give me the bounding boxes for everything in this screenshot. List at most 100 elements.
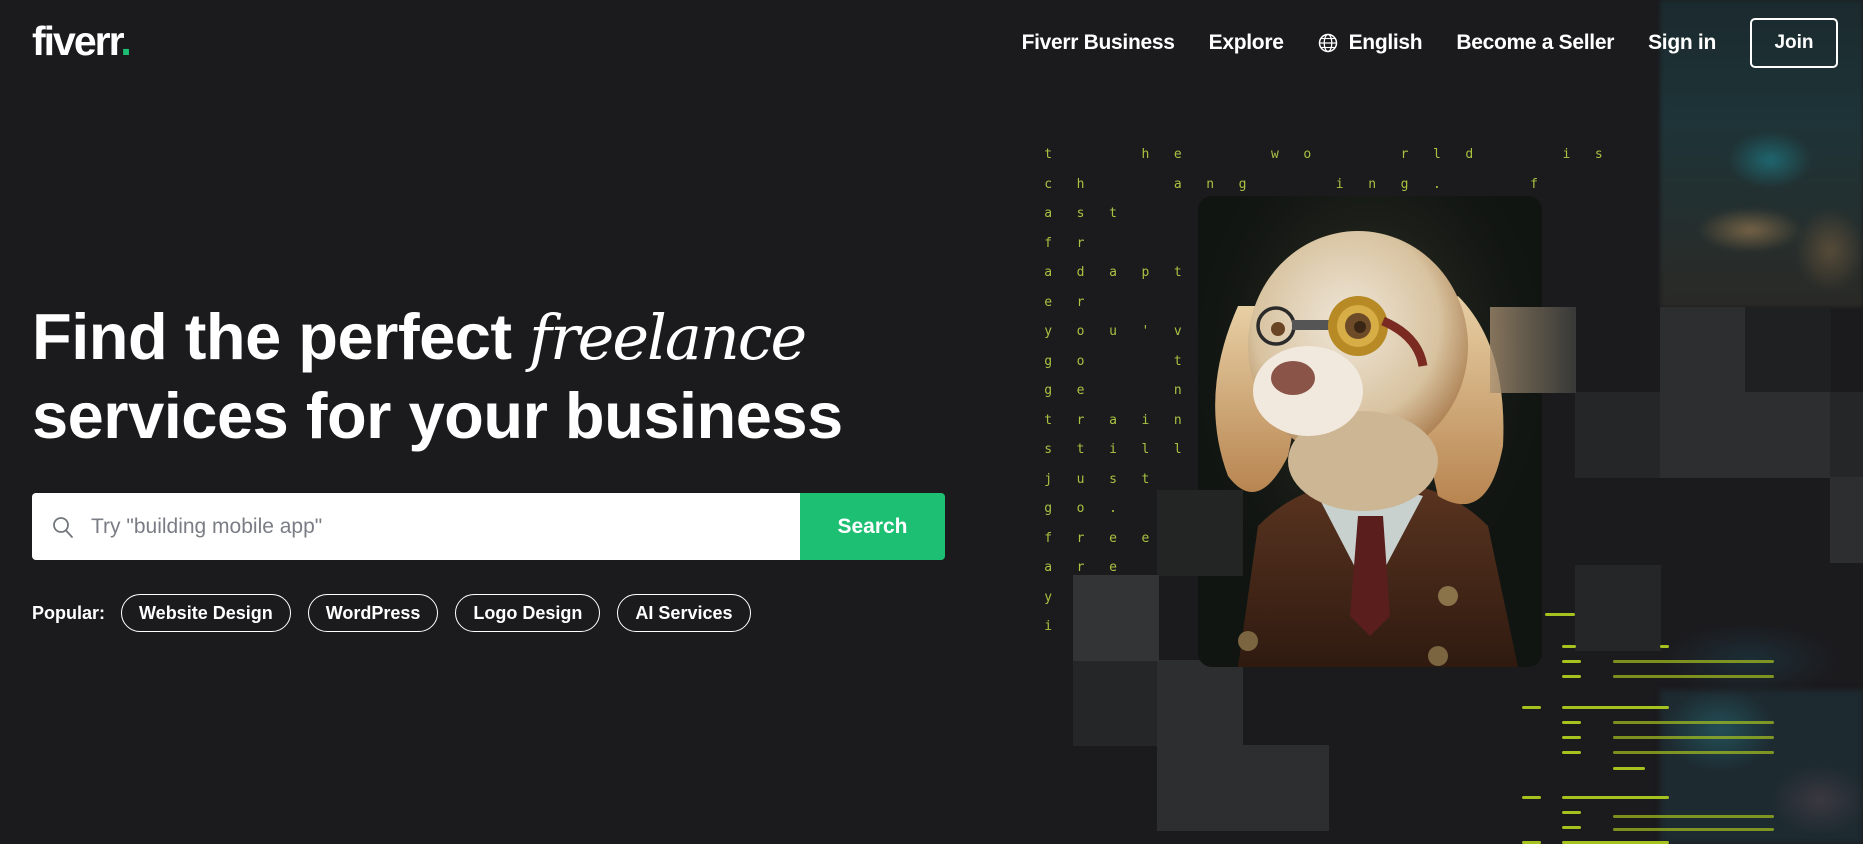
nav-label: Become a Seller (1456, 31, 1615, 54)
decor-char: a (1109, 265, 1117, 280)
popular-tag-website-design[interactable]: Website Design (121, 594, 291, 632)
decor-char: l (1141, 442, 1150, 457)
decor-square (1490, 307, 1576, 393)
decor-char: d (1465, 147, 1474, 162)
decor-char: h (1076, 176, 1085, 192)
decor-char: a (1044, 206, 1053, 221)
decor-char (1226, 140, 1258, 170)
decor-char: i (1141, 412, 1150, 428)
popular-tag-ai-services[interactable]: AI Services (617, 594, 751, 632)
decor-char: d (1076, 265, 1085, 280)
decor-square (1157, 660, 1243, 746)
decor-char: r (1076, 412, 1085, 428)
decor-char: f (1044, 235, 1053, 251)
decor-char: t (1076, 442, 1085, 457)
decor-char: i (1562, 147, 1571, 162)
decor-line (1613, 660, 1774, 663)
search-input[interactable] (91, 493, 800, 560)
decor-char: e (1109, 530, 1117, 546)
decor-char (1518, 140, 1550, 170)
decor-line (1613, 767, 1645, 770)
popular-tags: Popular: Website Design WordPress Logo D… (32, 594, 768, 632)
decor-square (1830, 392, 1863, 478)
decor-char: n (1206, 176, 1215, 192)
decor-char: a (1109, 412, 1117, 428)
decor-char: o (1303, 147, 1312, 162)
decor-line (1562, 645, 1576, 648)
fiverr-logo[interactable]: fiverr. (32, 18, 132, 65)
decor-char: o (1076, 501, 1085, 516)
decor-line (1613, 736, 1774, 739)
decor-char: w (1271, 147, 1279, 162)
decor-char (1291, 170, 1323, 200)
decor-char: p (1141, 265, 1150, 280)
nav-label: English (1348, 31, 1423, 54)
decor-line (1613, 751, 1774, 754)
decor-char: t (1109, 206, 1117, 221)
join-button[interactable]: Join (1750, 18, 1838, 68)
decor-line (1613, 815, 1774, 818)
decor-char (1097, 140, 1129, 170)
nav-fiverr-business[interactable]: Fiverr Business (1022, 31, 1175, 55)
decor-square (1073, 575, 1159, 661)
decor-char: g (1400, 176, 1409, 192)
decor-char: g (1238, 176, 1247, 192)
decor-char: v (1173, 324, 1182, 339)
decor-char: a (1173, 176, 1182, 192)
popular-tag-wordpress[interactable]: WordPress (307, 594, 439, 632)
decor-char: o (1076, 324, 1085, 339)
decor-square (1157, 490, 1243, 576)
decor-char (1194, 140, 1226, 170)
decor-char: i (1044, 619, 1053, 634)
decor-char (1324, 140, 1356, 170)
decor-char: e (1173, 147, 1182, 162)
decor-char (1162, 583, 1194, 613)
decor-char (1129, 347, 1161, 377)
decor-char (1129, 170, 1161, 200)
nav-explore[interactable]: Explore (1209, 31, 1284, 55)
search-field[interactable] (32, 493, 800, 560)
decor-char: t (1044, 412, 1053, 428)
decor-char: ' (1141, 324, 1150, 339)
decor-square (1745, 392, 1831, 478)
decor-line (1660, 645, 1669, 648)
decor-char: i (1335, 176, 1344, 192)
decor-line (1613, 721, 1774, 724)
decor-char: j (1044, 471, 1053, 487)
logo-dot: . (120, 18, 131, 64)
decor-char: u (1076, 471, 1085, 487)
decor-char: g (1044, 353, 1053, 369)
globe-icon (1318, 33, 1337, 53)
background-photo-glow (1650, 600, 1863, 700)
decor-char: a (1044, 265, 1053, 280)
decor-char: r (1076, 294, 1085, 310)
decor-char (1485, 140, 1517, 170)
logo-text: fiverr (32, 18, 122, 64)
decor-text-row: c h a n g i n g. f (1032, 170, 1615, 200)
decor-char (1485, 170, 1517, 200)
decor-char: c (1044, 176, 1053, 192)
popular-tag-logo-design[interactable]: Logo Design (455, 594, 601, 632)
decor-char: s (1594, 147, 1603, 162)
nav-become-seller[interactable]: Become a Seller (1456, 31, 1614, 55)
decor-char: n (1173, 383, 1182, 398)
decor-line (1545, 613, 1575, 616)
decor-text-row: theworldis (1032, 140, 1615, 170)
decor-char: l (1173, 442, 1182, 457)
decor-square (1660, 392, 1746, 478)
decor-square (1745, 307, 1831, 393)
decor-char: y (1044, 589, 1053, 605)
decor-line (1562, 826, 1581, 829)
decor-line (1562, 811, 1581, 814)
decor-char: a (1044, 560, 1053, 575)
nav-language[interactable]: English (1318, 31, 1423, 55)
decor-line (1562, 721, 1581, 724)
decor-line (1562, 736, 1581, 739)
decor-char (1162, 612, 1194, 642)
decor-char: o (1076, 353, 1085, 369)
decor-line (1613, 675, 1774, 678)
decor-char: t (1044, 147, 1053, 162)
nav-sign-in[interactable]: Sign in (1648, 31, 1716, 55)
decor-char: f (1530, 176, 1538, 192)
search-button[interactable]: Search (800, 493, 945, 560)
